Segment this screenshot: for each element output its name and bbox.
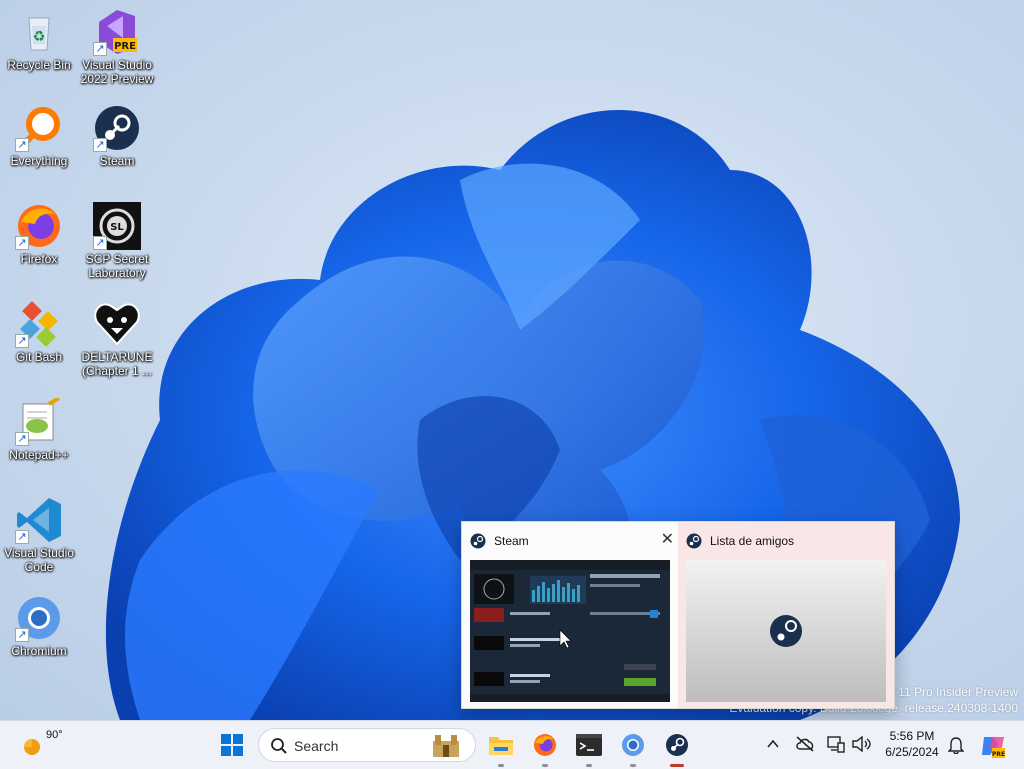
desktop-icon-label: Git Bash bbox=[15, 350, 63, 364]
notifications-button[interactable] bbox=[944, 721, 968, 769]
shortcut-arrow-icon: ↗ bbox=[15, 530, 29, 544]
desktop-icon-steam[interactable]: ↗ Steam bbox=[78, 104, 156, 168]
sun-weather-icon bbox=[24, 739, 40, 755]
running-indicator bbox=[542, 764, 548, 767]
taskbar-terminal[interactable] bbox=[572, 721, 606, 769]
desktop-icon-label: SCP Secret Laboratory bbox=[85, 252, 149, 280]
desktop-icon-label: Chromium bbox=[11, 644, 67, 658]
start-button[interactable] bbox=[216, 721, 250, 769]
running-indicator bbox=[498, 764, 504, 767]
show-hidden-icons-button[interactable] bbox=[762, 721, 784, 769]
shortcut-arrow-icon: ↗ bbox=[15, 236, 29, 250]
folder-icon bbox=[489, 737, 513, 755]
desktop-icon-label: Notepad++ bbox=[9, 448, 69, 462]
desktop: ♻ Recycle Bin PRE ↗ Visual Studio 2022 P… bbox=[0, 0, 1024, 720]
firefox-icon bbox=[534, 734, 556, 756]
desktop-icon-recycle-bin[interactable]: ♻ Recycle Bin bbox=[0, 8, 78, 72]
visual-studio-icon: PRE ↗ bbox=[93, 8, 141, 56]
desktop-icon-firefox[interactable]: ↗ Firefox bbox=[0, 202, 78, 266]
taskbar-steam[interactable] bbox=[660, 721, 694, 769]
desktop-icon-chromium[interactable]: ↗ Chromium bbox=[0, 594, 78, 658]
preview-friends-list-window[interactable]: Lista de amigos bbox=[678, 522, 894, 708]
desktop-icon-git-bash[interactable]: ↗ Git Bash bbox=[0, 300, 78, 364]
preview-window-title: Lista de amigos bbox=[710, 534, 795, 548]
steam-icon bbox=[686, 533, 702, 549]
pre-badge: PRE bbox=[114, 41, 136, 52]
speaker-icon bbox=[852, 736, 871, 752]
shortcut-arrow-icon: ↗ bbox=[15, 432, 29, 446]
taskbar-search-box[interactable]: Search bbox=[258, 728, 476, 762]
desktop-icon-label: Everything bbox=[10, 154, 68, 168]
chromium-icon: ↗ bbox=[15, 594, 63, 642]
weather-temperature: 90° bbox=[46, 729, 63, 741]
notepad-plus-plus-icon: ↗ bbox=[15, 396, 63, 446]
clock[interactable]: 5:56 PM 6/25/2024 bbox=[876, 728, 948, 760]
chromium-icon bbox=[622, 734, 644, 756]
active-running-indicator bbox=[670, 764, 684, 767]
tray-network[interactable] bbox=[824, 721, 848, 769]
running-indicator bbox=[630, 764, 636, 767]
taskbar-firefox[interactable] bbox=[528, 721, 562, 769]
desktop-icon-deltarune[interactable]: DELTARUNE (Chapter 1 ... bbox=[78, 300, 156, 378]
taskbar-chromium[interactable] bbox=[616, 721, 650, 769]
tray-onedrive[interactable] bbox=[792, 721, 818, 769]
recycle-bin-icon: ♻ bbox=[15, 8, 63, 56]
scp-logo-icon: SL ↗ bbox=[93, 202, 141, 250]
friends-list-thumbnail bbox=[686, 560, 886, 702]
search-icon bbox=[271, 738, 287, 754]
preview-steam-window[interactable]: Steam ✕ bbox=[462, 522, 678, 708]
shortcut-arrow-icon: ↗ bbox=[15, 334, 29, 348]
shortcut-arrow-icon: ↗ bbox=[93, 138, 107, 152]
copilot-icon: PRE bbox=[982, 737, 1005, 758]
desktop-icon-label: Visual Studio Code bbox=[4, 546, 74, 574]
magnifier-icon: ↗ bbox=[15, 104, 63, 152]
desktop-icon-label: Visual Studio 2022 Preview bbox=[80, 58, 154, 86]
windows-logo-icon bbox=[221, 734, 243, 756]
terminal-icon bbox=[576, 734, 602, 756]
vscode-icon: ↗ bbox=[15, 496, 63, 544]
desktop-icon-visual-studio-preview[interactable]: PRE ↗ Visual Studio 2022 Preview bbox=[78, 8, 156, 86]
close-icon[interactable]: ✕ bbox=[661, 531, 674, 549]
desktop-icon-label: Firefox bbox=[20, 252, 58, 266]
taskbar-file-explorer[interactable] bbox=[484, 721, 518, 769]
svg-text:♻: ♻ bbox=[33, 29, 46, 45]
firefox-icon: ↗ bbox=[15, 202, 63, 250]
desktop-icon-scp-sl[interactable]: SL ↗ SCP Secret Laboratory bbox=[78, 202, 156, 280]
steam-icon bbox=[470, 533, 486, 549]
clock-date: 6/25/2024 bbox=[885, 745, 939, 759]
desktop-icon-everything[interactable]: ↗ Everything bbox=[0, 104, 78, 168]
steam-icon: ↗ bbox=[93, 104, 141, 152]
shortcut-arrow-icon: ↗ bbox=[93, 236, 107, 250]
desktop-icon-notepad-plus-plus[interactable]: ↗ Notepad++ bbox=[0, 396, 78, 462]
network-icon bbox=[827, 736, 845, 753]
desktop-icon-label: Recycle Bin bbox=[7, 58, 71, 72]
bell-icon bbox=[948, 737, 964, 754]
desktop-icon-vscode[interactable]: ↗ Visual Studio Code bbox=[0, 496, 78, 574]
heart-icon bbox=[93, 300, 141, 348]
search-label: Search bbox=[294, 738, 339, 754]
tray-volume[interactable] bbox=[850, 721, 874, 769]
clock-time: 5:56 PM bbox=[889, 729, 935, 743]
shortcut-arrow-icon: ↗ bbox=[15, 628, 29, 642]
shortcut-arrow-icon: ↗ bbox=[15, 138, 29, 152]
taskbar-window-preview: Steam ✕ Lista de amigos bbox=[461, 521, 895, 709]
running-indicator bbox=[586, 764, 592, 767]
copilot-button[interactable]: PRE bbox=[976, 721, 1010, 769]
svg-text:SL: SL bbox=[110, 222, 124, 233]
chevron-up-icon bbox=[767, 739, 779, 748]
weather-widget[interactable]: 90° bbox=[14, 721, 74, 769]
desktop-icon-label: DELTARUNE (Chapter 1 ... bbox=[81, 350, 153, 378]
taskbar: 90° Search 5:56 PM 6/25/2024 PRE bbox=[0, 720, 1024, 769]
shortcut-arrow-icon: ↗ bbox=[93, 42, 107, 56]
steam-icon bbox=[666, 734, 688, 756]
svg-text:PRE: PRE bbox=[992, 751, 1005, 758]
git-bash-icon: ↗ bbox=[15, 300, 63, 348]
desktop-icon-label: Steam bbox=[99, 154, 135, 168]
preview-window-title: Steam bbox=[494, 534, 529, 548]
steam-window-thumbnail bbox=[470, 560, 670, 702]
cloud-offline-icon bbox=[796, 736, 814, 752]
search-highlight-icon bbox=[433, 735, 459, 757]
